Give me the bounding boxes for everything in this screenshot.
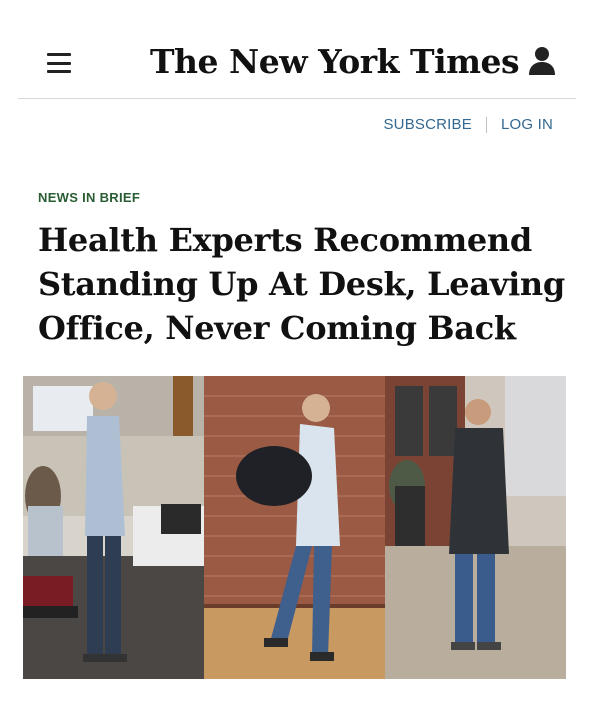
- login-link[interactable]: LOG IN: [501, 116, 553, 133]
- user-account-icon[interactable]: [528, 46, 556, 76]
- article-headline[interactable]: Health Experts Recommend Standing Up At …: [38, 218, 568, 350]
- auth-separator: [485, 116, 487, 133]
- hamburger-menu-icon: [47, 53, 71, 56]
- article-photo[interactable]: [23, 376, 566, 679]
- header-divider: [18, 98, 576, 99]
- photo-panel-brick: [204, 376, 385, 679]
- auth-links: SUBSCRIBE LOG IN: [383, 116, 553, 133]
- hamburger-line: [47, 70, 71, 73]
- subscribe-link[interactable]: SUBSCRIBE: [383, 116, 472, 133]
- photo-panel-street: [385, 376, 566, 679]
- article-kicker[interactable]: NEWS IN BRIEF: [38, 190, 140, 205]
- photo-panel-office: [23, 376, 204, 679]
- hamburger-line: [47, 61, 71, 65]
- masthead-logo[interactable]: The New York Times: [150, 38, 520, 86]
- menu-button[interactable]: [47, 53, 71, 73]
- site-header: The New York Times: [0, 0, 600, 100]
